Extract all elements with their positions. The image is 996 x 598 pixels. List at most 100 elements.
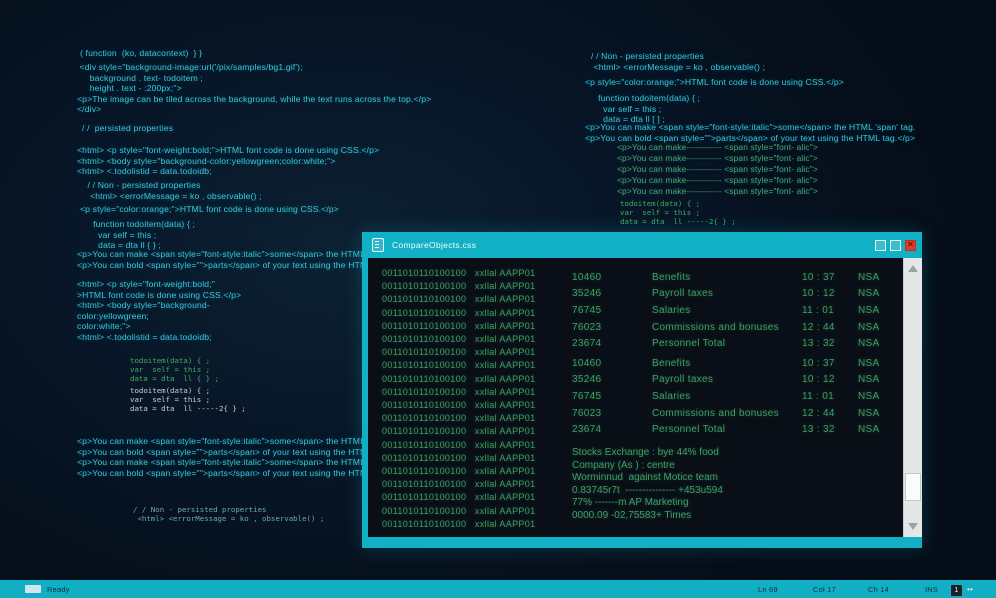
stocks-line: 0.83745r7t --------------- +453u594 (572, 485, 723, 498)
finance-label: Commissions and bonuses (652, 408, 802, 419)
binary-row: 0011010110100100 xxllal AAPP01 (382, 346, 535, 359)
scroll-up-icon[interactable] (908, 265, 918, 272)
code-block: <p>You can make <span style="font-style:… (585, 122, 916, 143)
finance-amount: 35246 (572, 288, 652, 299)
finance-agency: NSA (858, 288, 899, 299)
finance-row: 10460Benefits10 : 37NSA (572, 269, 899, 286)
finance-label: Commissions and bonuses (652, 322, 802, 333)
desktop: ( function (ko, datacontext) } } <div st… (0, 0, 996, 598)
close-button[interactable]: ✕ (905, 240, 916, 251)
finance-amount: 23674 (572, 338, 652, 349)
finance-amount: 76745 (572, 391, 652, 402)
finance-amount: 35246 (572, 374, 652, 385)
code-block: <html> <p style="font-weight:bold;">HTML… (77, 145, 379, 177)
binary-row: 0011010110100100 xxllal AAPP01 (382, 293, 535, 306)
code-block: / / Non - persisted properties <html> <e… (133, 505, 324, 523)
code-block: <p>You can make------------ <span style=… (617, 142, 818, 197)
binary-row: 0011010110100100 xxllal AAPP01 (382, 307, 535, 320)
binary-row: 0011010110100100 xxllal AAPP01 (382, 267, 535, 280)
status-ready-label: Ready (47, 585, 70, 594)
window-titlebar[interactable]: CompareObjects.css ✕ (362, 232, 922, 258)
finance-agency: NSA (858, 305, 899, 316)
finance-row: 76745Salaries11 : 01NSA (572, 302, 899, 319)
binary-row: 0011010110100100 xxllal AAPP01 (382, 280, 535, 293)
finance-time: 11 : 01 (802, 305, 858, 316)
binary-row: 0011010110100100 xxllal AAPP01 (382, 425, 535, 438)
finance-time: 10 : 12 (802, 288, 858, 299)
binary-row: 0011010110100100 xxllal AAPP01 (382, 399, 535, 412)
code-block: <p>You can make <span style="font-style:… (77, 249, 390, 270)
finance-time: 10 : 37 (802, 358, 858, 369)
finance-agency: NSA (858, 338, 899, 349)
finance-label: Benefits (652, 358, 802, 369)
finance-agency: NSA (858, 424, 899, 435)
code-block: <p style="color:orange;">HTML font code … (80, 204, 339, 215)
finance-label: Salaries (652, 305, 802, 316)
finance-label: Salaries (652, 391, 802, 402)
finance-time: 11 : 01 (802, 391, 858, 402)
finance-row: 10460Benefits10 : 37NSA (572, 355, 899, 372)
scrollbar[interactable] (903, 258, 922, 537)
finance-label: Payroll taxes (652, 374, 802, 385)
finance-amount: 23674 (572, 424, 652, 435)
status-char-number: Ch 14 (868, 585, 889, 594)
finance-group: 10460Benefits10 : 37NSA35246Payroll taxe… (572, 355, 899, 438)
code-block: <div style="background-image:url('/pix/s… (77, 62, 431, 115)
status-insert-mode: INS (925, 585, 938, 594)
finance-row: 76745Salaries11 : 01NSA (572, 388, 899, 405)
stocks-line: Worminnud against Motice team (572, 472, 723, 485)
stocks-line: 0000.09 -02,75583+ Times (572, 510, 723, 523)
finance-agency: NSA (858, 408, 899, 419)
notification-badge[interactable]: 1 (951, 585, 962, 596)
binary-row: 0011010110100100 xxllal AAPP01 (382, 478, 535, 491)
binary-row: 0011010110100100 xxllal AAPP01 (382, 465, 535, 478)
compare-objects-window: CompareObjects.css ✕ 0011010110100100 xx… (362, 232, 922, 548)
code-block: function todoitem(data) { ; var self = t… (88, 219, 195, 251)
ready-indicator (25, 585, 41, 593)
scrollbar-thumb[interactable] (905, 473, 921, 501)
code-block: todoitem(data) { ; var self = this ; dat… (130, 386, 246, 414)
binary-row: 0011010110100100 xxllal AAPP01 (382, 439, 535, 452)
finance-time: 10 : 12 (802, 374, 858, 385)
window-body: 0011010110100100 xxllal AAPP010011010110… (368, 258, 922, 537)
binary-row: 0011010110100100 xxllal AAPP01 (382, 373, 535, 386)
code-block: <html> <p style="font-weight:bold;" >HTM… (77, 279, 241, 343)
code-block: todoitem(data) { ; var self = this ; dat… (620, 199, 736, 227)
finance-label: Personnel Total (652, 338, 802, 349)
finance-time: 10 : 37 (802, 272, 858, 283)
finance-time: 13 : 32 (802, 338, 858, 349)
stocks-line: Stocks Exchange : bye 44% food (572, 447, 723, 460)
code-block: function todoitem(data) { ; var self = t… (593, 93, 700, 125)
status-bar: Ready Ln 69 Col 17 Ch 14 INS 1 •• (0, 580, 996, 598)
stocks-line: Company (As ) : centre (572, 460, 723, 473)
code-block: todoitem(data) { ; var self = this ; dat… (130, 356, 219, 384)
finance-label: Payroll taxes (652, 288, 802, 299)
finance-overlay: 10460Benefits10 : 37NSA35246Payroll taxe… (572, 269, 899, 441)
minimize-button[interactable] (875, 240, 886, 251)
terminal-content: 0011010110100100 xxllal AAPP010011010110… (368, 258, 903, 537)
code-block: ( function (ko, datacontext) } } (80, 48, 202, 59)
binary-row: 0011010110100100 xxllal AAPP01 (382, 359, 535, 372)
finance-amount: 10460 (572, 272, 652, 283)
document-icon (372, 238, 384, 252)
binary-row: 0011010110100100 xxllal AAPP01 (382, 320, 535, 333)
code-block: <p style="color:orange;">HTML font code … (585, 77, 844, 88)
finance-agency: NSA (858, 374, 899, 385)
finance-agency: NSA (858, 391, 899, 402)
binary-column: 0011010110100100 xxllal AAPP010011010110… (382, 267, 535, 531)
binary-row: 0011010110100100 xxllal AAPP01 (382, 518, 535, 531)
scroll-down-icon[interactable] (908, 523, 918, 530)
finance-agency: NSA (858, 322, 899, 333)
status-column-number: Col 17 (813, 585, 836, 594)
finance-agency: NSA (858, 272, 899, 283)
window-controls: ✕ (875, 240, 916, 251)
finance-label: Personnel Total (652, 424, 802, 435)
finance-amount: 10460 (572, 358, 652, 369)
window-title: CompareObjects.css (392, 240, 476, 250)
finance-row: 23674Personnel Total13 : 32NSA (572, 335, 899, 352)
finance-row: 23674Personnel Total13 : 32NSA (572, 421, 899, 438)
binary-row: 0011010110100100 xxllal AAPP01 (382, 505, 535, 518)
code-block: / / Non - persisted properties <html> <e… (85, 180, 262, 201)
status-dots-icon: •• (967, 585, 973, 594)
maximize-button[interactable] (890, 240, 901, 251)
